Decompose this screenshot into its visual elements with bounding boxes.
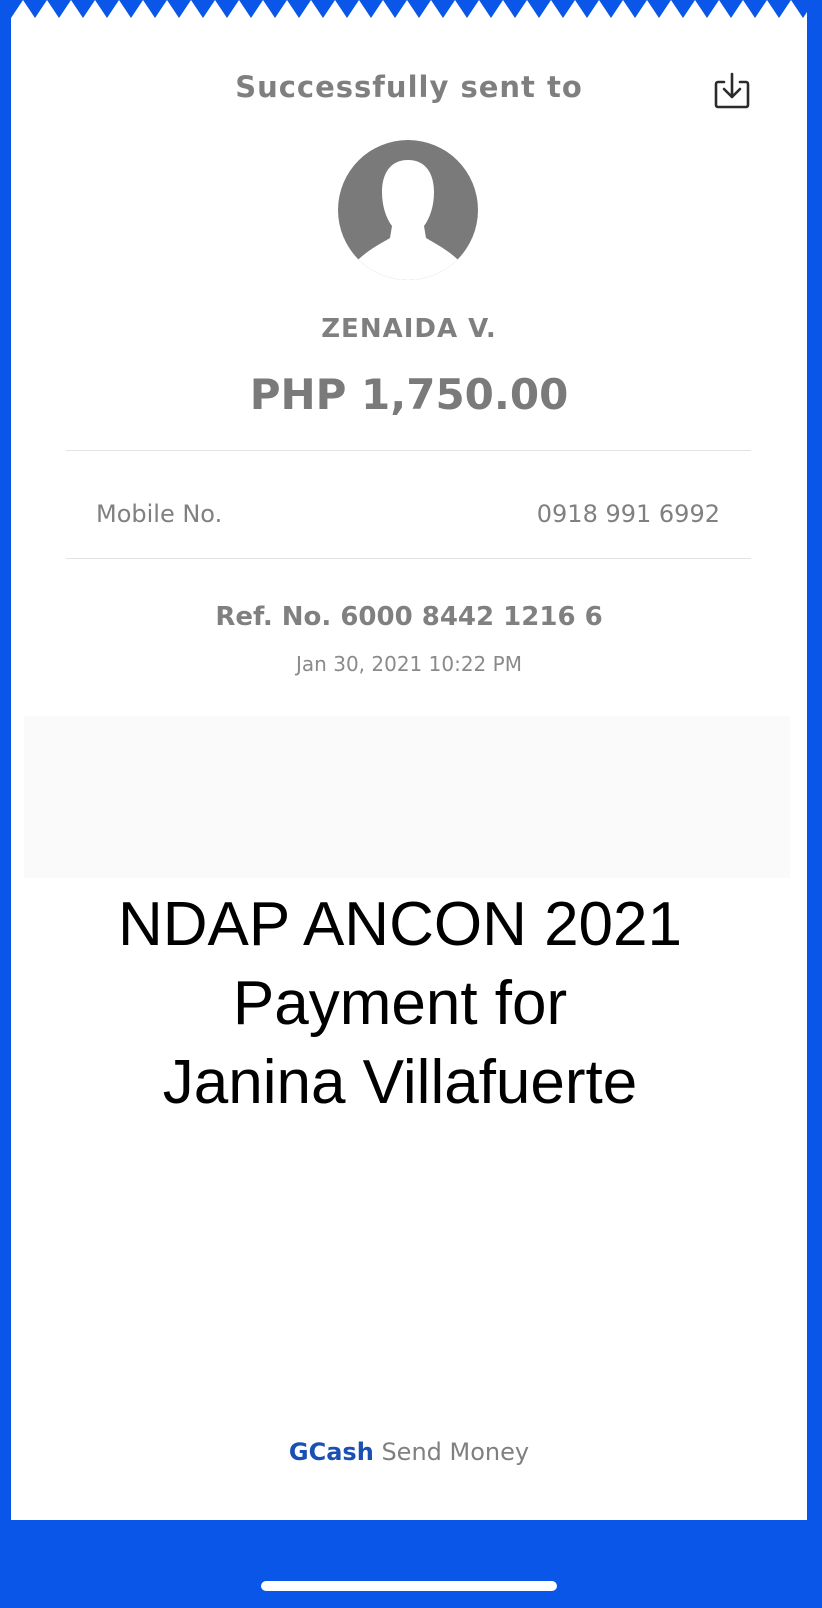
- receipt-top-edge: [11, 0, 807, 18]
- message-panel: [24, 716, 790, 878]
- footer-service: Send Money: [381, 1438, 530, 1466]
- recipient-avatar: [338, 140, 478, 280]
- transaction-timestamp: Jan 30, 2021 10:22 PM: [296, 652, 522, 676]
- download-icon: [714, 72, 750, 109]
- home-indicator[interactable]: [261, 1581, 557, 1591]
- download-button[interactable]: [712, 70, 752, 112]
- payment-note-line: Payment for: [232, 969, 568, 1038]
- divider: [66, 558, 751, 559]
- payment-note-line: Janina Villafuerte: [162, 1048, 638, 1117]
- payment-note: NDAP ANCON 2021 Payment for Janina Villa…: [0, 885, 800, 1122]
- amount-sent: PHP 1,750.00: [249, 370, 569, 419]
- footer-caption: GCash Send Money: [0, 1438, 818, 1466]
- gcash-brand: GCash: [288, 1438, 374, 1466]
- payment-note-line: NDAP ANCON 2021: [118, 890, 682, 959]
- mobile-number-label: Mobile No.: [96, 500, 223, 528]
- receipt-bottom-edge: [11, 1502, 807, 1520]
- reference-number: Ref. No. 6000 8442 1216 6: [215, 602, 603, 632]
- recipient-name: ZENAIDA V.: [321, 314, 497, 344]
- divider: [66, 450, 751, 451]
- mobile-number-value: 0918 991 6992: [536, 500, 720, 528]
- success-title: Successfully sent to: [235, 70, 583, 104]
